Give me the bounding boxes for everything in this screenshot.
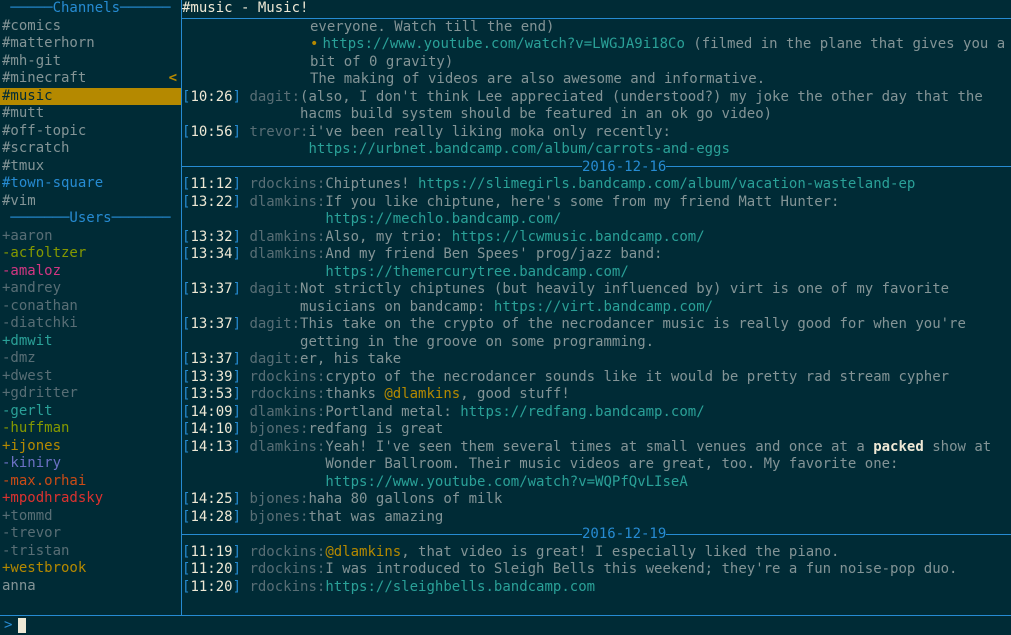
user-item[interactable]: +andrey	[0, 280, 181, 298]
message: [14:13] dlamkins: Yeah! I've seen them s…	[182, 439, 1011, 492]
user-item[interactable]: -gerlt	[0, 403, 181, 421]
input-bar[interactable]: >	[0, 615, 1011, 635]
message: [13:37] dagit: Not strictly chiptunes (b…	[182, 281, 1011, 316]
channel-item[interactable]: #vim	[0, 193, 181, 211]
message: [13:53] rdockins: thanks @dlamkins, good…	[182, 386, 1011, 404]
user-item[interactable]: +westbrook	[0, 560, 181, 578]
channel-item[interactable]: #scratch	[0, 140, 181, 158]
message: [13:39] rdockins: crypto of the necrodan…	[182, 369, 1011, 387]
link[interactable]: https://sleighbells.bandcamp.com	[325, 579, 595, 595]
message: [10:26] dagit: (also, I don't think Lee …	[182, 89, 1011, 124]
section-header-users: ───────Users───────	[0, 210, 181, 228]
mention[interactable]: @dlamkins	[384, 386, 460, 402]
message: [13:37] dagit: This take on the crypto o…	[182, 316, 1011, 351]
message-continuation: The making of videos are also awesome an…	[182, 71, 1011, 89]
message: [13:37] dagit: er, his take	[182, 351, 1011, 369]
user-item[interactable]: +dwest	[0, 368, 181, 386]
user-item[interactable]: -trevor	[0, 525, 181, 543]
mention[interactable]: @dlamkins	[325, 544, 401, 560]
user-item[interactable]: -tristan	[0, 543, 181, 561]
section-header-channels: ─────Channels──────	[0, 0, 181, 18]
prompt-icon: >	[4, 617, 12, 635]
channel-item[interactable]: #tmux	[0, 158, 181, 176]
link[interactable]: https://www.youtube.com/watch?v=WQPfQvLI…	[325, 474, 687, 490]
bullet-icon: •	[310, 36, 318, 52]
channel-item[interactable]: #mh-git	[0, 53, 181, 71]
user-item[interactable]: -amaloz	[0, 263, 181, 281]
link[interactable]: https://themercurytree.bandcamp.com/	[325, 264, 628, 280]
message: [14:10] bjones: redfang is great	[182, 421, 1011, 439]
message: [11:19] rdockins: @dlamkins, that video …	[182, 544, 1011, 562]
channel-item[interactable]: #minecraft<	[0, 70, 181, 88]
message: [10:56] trevor: i've been really liking …	[182, 124, 1011, 159]
user-item[interactable]: +ijones	[0, 438, 181, 456]
message: [13:34] dlamkins: And my friend Ben Spee…	[182, 246, 1011, 281]
message-continuation: •https://www.youtube.com/watch?v=LWGJA9i…	[182, 36, 1011, 71]
user-item[interactable]: -max.orhai	[0, 473, 181, 491]
user-item[interactable]: +dmwit	[0, 333, 181, 351]
user-item[interactable]: +mpodhradsky	[0, 490, 181, 508]
channel-item[interactable]: #mutt	[0, 105, 181, 123]
message: [11:20] rdockins: https://sleighbells.ba…	[182, 579, 1011, 597]
user-item[interactable]: +tommd	[0, 508, 181, 526]
link[interactable]: https://mechlo.bandcamp.com/	[325, 211, 561, 227]
channel-item[interactable]: #matterhorn	[0, 35, 181, 53]
message: [14:09] dlamkins: Portland metal: https:…	[182, 404, 1011, 422]
link[interactable]: https://urbnet.bandcamp.com/album/carrot…	[308, 141, 729, 157]
link[interactable]: https://redfang.bandcamp.com/	[460, 404, 704, 420]
message: [14:25] bjones: haha 80 gallons of milk	[182, 491, 1011, 509]
channel-item[interactable]: #off-topic	[0, 123, 181, 141]
user-item[interactable]: -kiniry	[0, 455, 181, 473]
link[interactable]: https://lcwmusic.bandcamp.com/	[452, 229, 705, 245]
sidebar: ─────Channels────── #comics#matterhorn#m…	[0, 0, 182, 615]
unread-marker-icon: <	[169, 70, 177, 88]
message: [11:20] rdockins: I was introduced to Sl…	[182, 561, 1011, 579]
user-item[interactable]: -diatchki	[0, 315, 181, 333]
message-log[interactable]: everyone. Watch till the end) •https://w…	[182, 19, 1011, 616]
channel-item[interactable]: #music	[0, 88, 181, 106]
user-item[interactable]: +gdritter	[0, 385, 181, 403]
date-separator: 2016-12-19	[182, 526, 1011, 544]
link[interactable]: https://virt.bandcamp.com/	[494, 299, 713, 315]
user-item[interactable]: -acfoltzer	[0, 245, 181, 263]
user-item[interactable]: -dmz	[0, 350, 181, 368]
user-item[interactable]: -huffman	[0, 420, 181, 438]
message: [14:28] bjones: that was amazing	[182, 509, 1011, 527]
channel-title: #music - Music!	[182, 0, 1011, 19]
channel-item[interactable]: #town-square	[0, 175, 181, 193]
date-separator: 2016-12-16	[182, 159, 1011, 177]
user-item[interactable]: -conathan	[0, 298, 181, 316]
message-continuation: everyone. Watch till the end)	[182, 19, 1011, 37]
user-item[interactable]: +aaron	[0, 228, 181, 246]
message: [13:32] dlamkins: Also, my trio: https:/…	[182, 229, 1011, 247]
message: [13:22] dlamkins: If you like chiptune, …	[182, 194, 1011, 229]
link[interactable]: https://www.youtube.com/watch?v=LWGJA9i1…	[322, 36, 684, 52]
channel-item[interactable]: #comics	[0, 18, 181, 36]
cursor-icon	[18, 618, 26, 633]
link[interactable]: https://slimegirls.bandcamp.com/album/va…	[418, 176, 915, 192]
message: [11:12] rdockins: Chiptunes! https://sli…	[182, 176, 1011, 194]
user-item[interactable]: anna	[0, 578, 181, 596]
